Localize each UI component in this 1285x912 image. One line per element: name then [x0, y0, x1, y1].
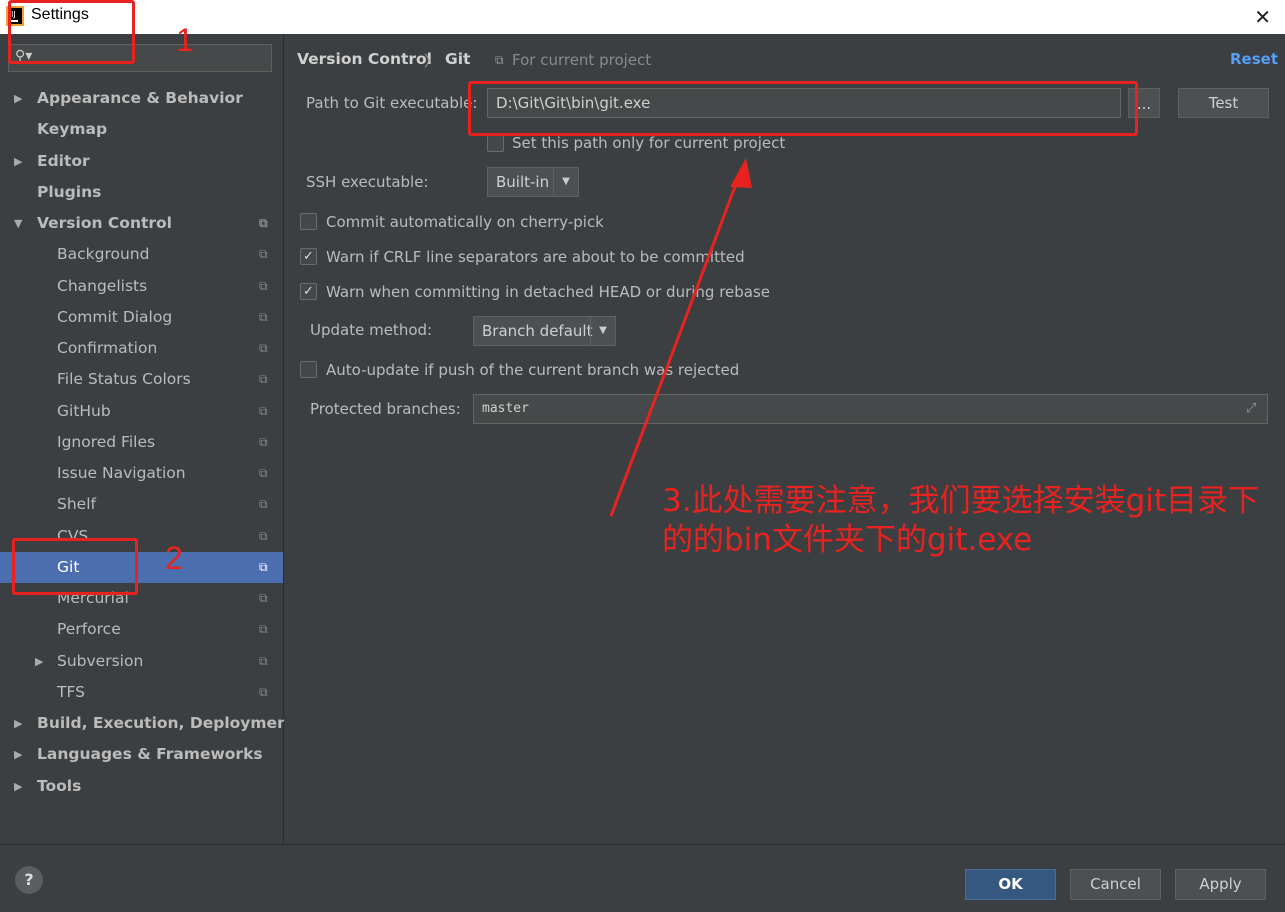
annotation-note: 3.此处需要注意，我们要选择安装git目录下的的bin文件夹下的git.exe — [662, 483, 1260, 558]
annotation-arrow — [609, 158, 752, 517]
